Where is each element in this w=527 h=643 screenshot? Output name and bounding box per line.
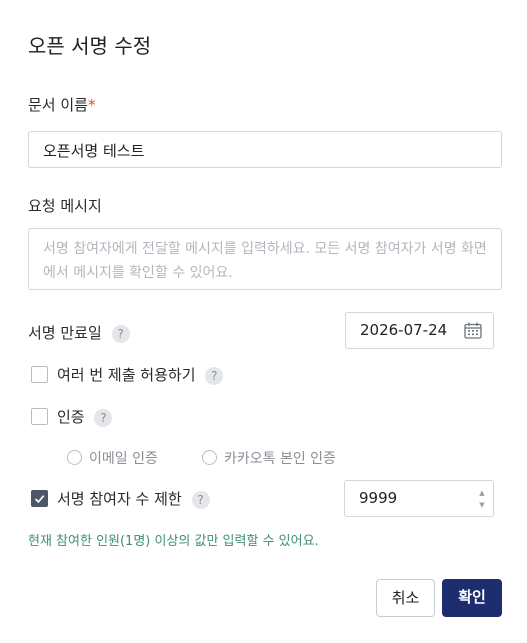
limit-label-text: 서명 참여자 수 제한 — [57, 490, 182, 508]
cancel-button[interactable]: 취소 — [376, 579, 435, 617]
auth-label-text: 인증 — [57, 408, 85, 426]
allow-multiple-label-text: 여러 번 제출 허용하기 — [57, 366, 196, 384]
limit-label: 서명 참여자 수 제한 ? — [57, 488, 210, 509]
check-icon — [34, 494, 44, 503]
message-textarea[interactable]: 서명 참여자에게 전달할 메시지를 입력하세요. 모든 서명 참여자가 서명 화… — [28, 228, 502, 290]
calendar-icon[interactable] — [464, 322, 482, 339]
required-mark: * — [87, 96, 96, 114]
limit-number-input[interactable]: 9999 ▲ ▼ — [344, 480, 494, 517]
kakao-auth-radio[interactable] — [202, 450, 217, 465]
expiry-label-text: 서명 만료일 — [28, 324, 102, 342]
dialog-title: 오픈 서명 수정 — [28, 34, 152, 58]
doc-name-input[interactable]: 오픈서명 테스트 — [28, 131, 502, 168]
email-auth-label: 이메일 인증 — [89, 451, 158, 467]
allow-multiple-label: 여러 번 제출 허용하기 ? — [57, 364, 224, 385]
auth-checkbox[interactable] — [31, 408, 48, 425]
expiry-date-input[interactable]: 2026-07-24 — [345, 312, 494, 349]
expiry-help-icon[interactable]: ? — [111, 324, 130, 343]
number-spinner[interactable]: ▲ ▼ — [477, 487, 487, 511]
limit-checkbox[interactable] — [31, 490, 48, 507]
auth-label: 인증 ? — [57, 406, 113, 427]
allow-multiple-help-icon[interactable]: ? — [205, 366, 224, 385]
email-auth-radio[interactable] — [67, 450, 82, 465]
message-label: 요청 메시지 — [28, 197, 102, 215]
confirm-button[interactable]: 확인 — [442, 579, 502, 617]
limit-help-icon[interactable]: ? — [191, 490, 210, 509]
limit-value: 9999 — [359, 489, 398, 507]
doc-name-label-text: 문서 이름 — [28, 96, 88, 114]
limit-hint: 현재 참여한 인원(1명) 이상의 값만 입력할 수 있어요. — [28, 534, 319, 549]
doc-name-label: 문서 이름* — [28, 94, 95, 115]
expiry-date-value: 2026-07-24 — [360, 321, 448, 339]
spin-up-icon[interactable]: ▲ — [477, 487, 487, 499]
auth-help-icon[interactable]: ? — [94, 408, 113, 427]
allow-multiple-checkbox[interactable] — [31, 366, 48, 383]
kakao-auth-label: 카카오톡 본인 인증 — [224, 451, 336, 467]
spin-down-icon[interactable]: ▼ — [477, 499, 487, 511]
expiry-label: 서명 만료일 ? — [28, 322, 130, 343]
